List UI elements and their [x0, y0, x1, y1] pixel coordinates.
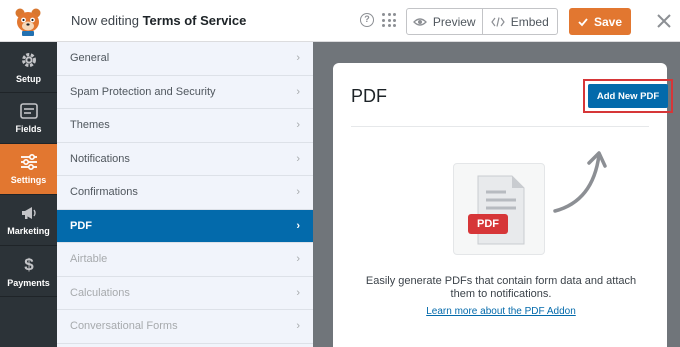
settings-item-airtable[interactable]: Airtable ›	[57, 243, 313, 277]
settings-item-themes[interactable]: Themes ›	[57, 109, 313, 143]
chevron-right-icon: ›	[296, 85, 300, 98]
settings-item-label: Notifications	[70, 152, 130, 165]
settings-item-spam-protection[interactable]: Spam Protection and Security ›	[57, 76, 313, 109]
code-icon	[490, 16, 505, 27]
chevron-right-icon: ›	[296, 286, 300, 299]
chevron-right-icon: ›	[296, 152, 300, 165]
bear-mascot-icon	[15, 8, 41, 36]
sliders-icon	[20, 153, 37, 170]
eye-icon	[412, 17, 427, 26]
check-icon	[578, 17, 588, 26]
settings-item-label: Airtable	[70, 253, 108, 266]
curved-arrow-icon	[553, 151, 607, 213]
nav-label-payments: Payments	[7, 277, 50, 288]
close-icon[interactable]	[655, 10, 673, 32]
settings-item-label: General	[70, 52, 110, 65]
top-header: Now editing Terms of Service ? Preview E…	[0, 0, 680, 42]
nav-label-marketing: Marketing	[7, 225, 50, 236]
chevron-right-icon: ›	[296, 119, 300, 132]
embed-label: Embed	[510, 14, 549, 29]
nav-item-marketing[interactable]: Marketing	[0, 195, 57, 246]
nav-item-settings[interactable]: Settings	[0, 144, 57, 195]
nav-item-setup[interactable]: Setup	[0, 42, 57, 93]
wpforms-logo[interactable]	[0, 0, 56, 42]
dollar-icon: $	[24, 255, 34, 273]
add-new-pdf-button[interactable]: Add New PDF	[588, 84, 668, 108]
settings-item-notifications[interactable]: Notifications ›	[57, 143, 313, 176]
highlight-box: Add New PDF	[583, 79, 673, 113]
form-name: Terms of Service	[142, 13, 247, 28]
preview-embed-group: Preview Embed	[406, 8, 558, 35]
save-button[interactable]: Save	[569, 8, 631, 35]
main-area: PDF Add New PDF PDF Easily generate PDFs…	[313, 42, 680, 347]
settings-item-label: Conversational Forms	[70, 320, 178, 333]
nav-label-setup: Setup	[15, 73, 41, 84]
nav-label-settings: Settings	[10, 174, 47, 185]
settings-item-pdf[interactable]: PDF ›	[57, 209, 313, 243]
preview-label: Preview	[432, 14, 476, 29]
embed-button[interactable]: Embed	[481, 9, 558, 34]
pdf-description: Easily generate PDFs that contain form d…	[365, 275, 637, 300]
chevron-right-icon: ›	[296, 52, 300, 65]
pdf-panel: PDF Add New PDF PDF Easily generate PDFs…	[333, 63, 673, 347]
pdf-illustration: PDF	[453, 163, 545, 255]
settings-list: General › Spam Protection and Security ›…	[57, 42, 313, 347]
settings-item-label: Themes	[70, 119, 110, 132]
settings-item-label: Confirmations	[70, 186, 138, 199]
settings-item-conversational-forms[interactable]: Conversational Forms ›	[57, 310, 313, 344]
nav-label-fields: Fields	[15, 123, 42, 134]
chevron-right-icon: ›	[296, 320, 300, 333]
megaphone-icon	[21, 206, 36, 219]
fields-icon	[19, 102, 38, 119]
chevron-right-icon: ›	[296, 219, 300, 232]
settings-item-confirmations[interactable]: Confirmations ›	[57, 176, 313, 210]
chevron-right-icon: ›	[296, 186, 300, 199]
settings-item-label: Spam Protection and Security	[70, 85, 216, 98]
help-icon[interactable]: ?	[360, 13, 374, 27]
settings-item-label: Calculations	[70, 286, 130, 299]
settings-item-general[interactable]: General ›	[57, 42, 313, 76]
chevron-right-icon: ›	[296, 253, 300, 266]
nav-item-fields[interactable]: Fields	[0, 93, 57, 144]
nav-item-payments[interactable]: $ Payments	[0, 246, 57, 297]
gear-icon	[21, 52, 36, 67]
pdf-badge-label: PDF	[477, 218, 499, 230]
panel-divider	[351, 126, 649, 127]
editing-prefix: Now editing	[71, 13, 139, 28]
svg-text:$: $	[24, 255, 34, 273]
panel-title: PDF	[351, 86, 387, 106]
settings-item-calculations[interactable]: Calculations ›	[57, 277, 313, 310]
left-nav: Setup Fields Settings Marketing $ Paymen…	[0, 42, 57, 347]
editing-title: Now editing Terms of Service	[71, 13, 246, 28]
learn-more-link[interactable]: Learn more about the PDF Addon	[353, 306, 649, 317]
grid-dots-icon[interactable]	[382, 13, 396, 27]
pdf-document-icon	[468, 175, 525, 245]
preview-button[interactable]: Preview	[407, 9, 482, 34]
settings-item-label: PDF	[70, 219, 92, 232]
save-label: Save	[593, 14, 623, 29]
